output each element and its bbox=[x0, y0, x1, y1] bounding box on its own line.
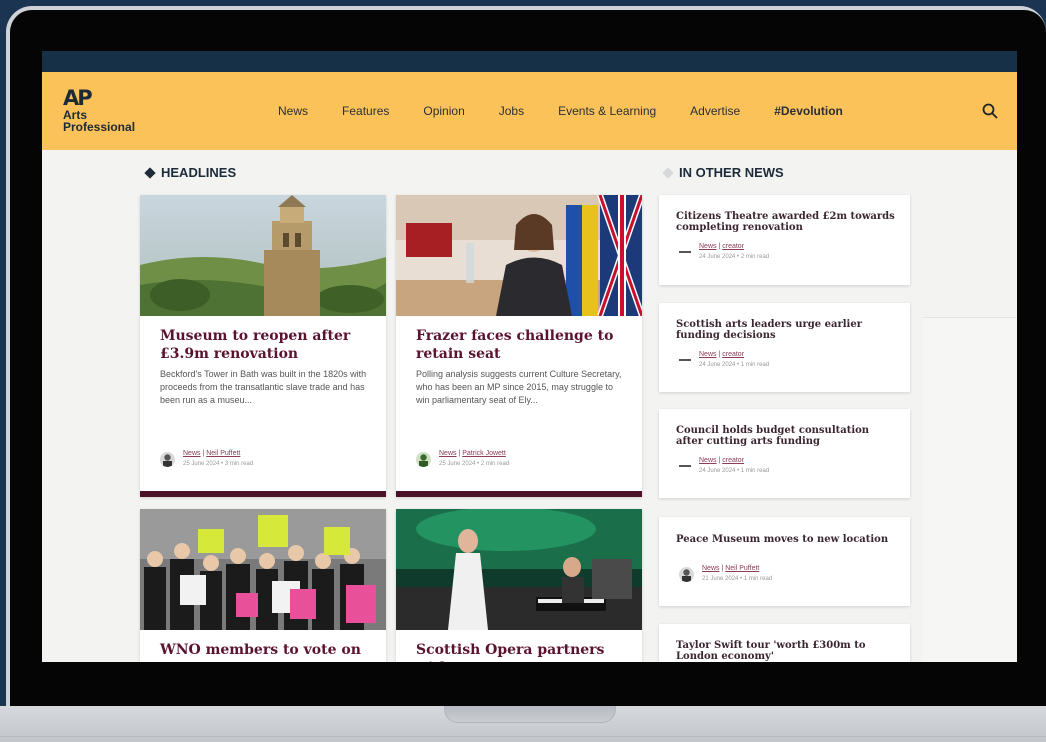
card-meta: News | Patrick Jowett 25 June 2024 • 2 m… bbox=[416, 449, 509, 469]
author-link[interactable]: Patrick Jowett bbox=[462, 450, 506, 457]
other-news-item[interactable]: Scottish arts leaders urge earlier fundi… bbox=[659, 303, 910, 392]
right-gutter bbox=[922, 317, 1017, 662]
nav-opinion[interactable]: Opinion bbox=[423, 104, 464, 118]
other-news-item[interactable]: Citizens Theatre awarded £2m towards com… bbox=[659, 195, 910, 285]
card-title[interactable]: WNO members to vote on bbox=[160, 641, 372, 659]
main-nav: News Features Opinion Jobs Events & Lear… bbox=[278, 104, 877, 118]
card-title[interactable]: Museum to reopen after £3.9m renovation bbox=[160, 327, 372, 363]
opera-photo bbox=[396, 509, 642, 630]
card-title[interactable]: Scottish Opera partners with bbox=[416, 641, 628, 662]
news-meta: News | creator 24 June 2024 • 1 min read bbox=[679, 350, 769, 370]
author-placeholder-icon bbox=[679, 359, 691, 361]
other-news-item[interactable]: Peace Museum moves to new location News … bbox=[659, 517, 910, 606]
card-excerpt: Polling analysis suggests current Cultur… bbox=[416, 369, 622, 405]
news-meta: News | Neil Puffett 21 June 2024 • 1 min… bbox=[679, 564, 772, 584]
nav-news[interactable]: News bbox=[278, 104, 308, 118]
laptop-notch bbox=[444, 706, 616, 723]
minister-photo bbox=[396, 195, 642, 316]
nav-jobs[interactable]: Jobs bbox=[499, 104, 524, 118]
category-link[interactable]: News bbox=[699, 457, 717, 464]
news-meta: News | creator 24 June 2024 • 2 min read bbox=[679, 242, 769, 262]
top-strip bbox=[42, 51, 1017, 72]
news-title[interactable]: Scottish arts leaders urge earlier fundi… bbox=[676, 319, 896, 341]
category-link[interactable]: News bbox=[183, 450, 201, 457]
headline-card[interactable]: Museum to reopen after £3.9m renovation … bbox=[140, 195, 386, 497]
news-title[interactable]: Taylor Swift tour 'worth £300m to London… bbox=[676, 640, 896, 662]
site-header: AP Arts Professional News Features Opini… bbox=[42, 72, 1017, 150]
news-title[interactable]: Council holds budget consultation after … bbox=[676, 425, 896, 447]
browser-screen: AP Arts Professional News Features Opini… bbox=[42, 51, 1017, 662]
category-link[interactable]: News bbox=[699, 351, 717, 358]
logo-line-2: Professional bbox=[63, 120, 136, 134]
other-news-item[interactable]: Council holds budget consultation after … bbox=[659, 409, 910, 498]
author-link[interactable]: creator bbox=[722, 351, 744, 358]
protest-photo bbox=[140, 509, 386, 630]
laptop-base-edge bbox=[0, 736, 1046, 737]
other-news-heading: IN OTHER NEWS bbox=[662, 165, 784, 180]
author-placeholder-icon bbox=[679, 251, 691, 253]
category-link[interactable]: News bbox=[439, 450, 457, 457]
category-link[interactable]: News bbox=[699, 243, 717, 250]
nav-features[interactable]: Features bbox=[342, 104, 389, 118]
site-logo[interactable]: AP Arts Professional bbox=[63, 86, 136, 134]
search-icon[interactable] bbox=[982, 103, 998, 119]
card-title[interactable]: Frazer faces challenge to retain seat bbox=[416, 327, 628, 363]
diamond-icon bbox=[144, 166, 156, 179]
logo-mark: AP bbox=[63, 86, 93, 110]
author-link[interactable]: Neil Puffett bbox=[206, 450, 240, 457]
other-news-item[interactable]: Taylor Swift tour 'worth £300m to London… bbox=[659, 624, 910, 662]
author-avatar bbox=[679, 566, 694, 582]
tower-photo bbox=[140, 195, 386, 316]
main-content: HEADLINES IN OTHER NEWS Museum to reopen… bbox=[42, 150, 1017, 662]
card-meta: News | Neil Puffett 25 June 2024 • 3 min… bbox=[160, 449, 253, 469]
category-link[interactable]: News bbox=[702, 565, 720, 572]
author-link[interactable]: creator bbox=[722, 243, 744, 250]
author-link[interactable]: creator bbox=[722, 457, 744, 464]
nav-events-learning[interactable]: Events & Learning bbox=[558, 104, 656, 118]
headlines-heading: HEADLINES bbox=[144, 165, 236, 180]
nav-advertise[interactable]: Advertise bbox=[690, 104, 740, 118]
author-link[interactable]: Neil Puffett bbox=[725, 565, 759, 572]
author-avatar bbox=[416, 451, 431, 467]
author-avatar bbox=[160, 451, 175, 467]
card-excerpt: Beckford's Tower in Bath was built in th… bbox=[160, 369, 367, 405]
author-placeholder-icon bbox=[679, 465, 691, 467]
news-title[interactable]: Peace Museum moves to new location bbox=[676, 534, 896, 545]
news-meta: News | creator 24 June 2024 • 1 min read bbox=[679, 456, 769, 476]
nav-devolution[interactable]: #Devolution bbox=[774, 104, 843, 118]
headline-card[interactable]: Frazer faces challenge to retain seat Po… bbox=[396, 195, 642, 497]
card-footer-bar bbox=[396, 491, 642, 497]
card-footer-bar bbox=[140, 491, 386, 497]
headline-card[interactable]: Scottish Opera partners with bbox=[396, 509, 642, 662]
diamond-icon bbox=[662, 166, 674, 179]
news-title[interactable]: Citizens Theatre awarded £2m towards com… bbox=[676, 211, 896, 233]
headline-card[interactable]: WNO members to vote on bbox=[140, 509, 386, 662]
